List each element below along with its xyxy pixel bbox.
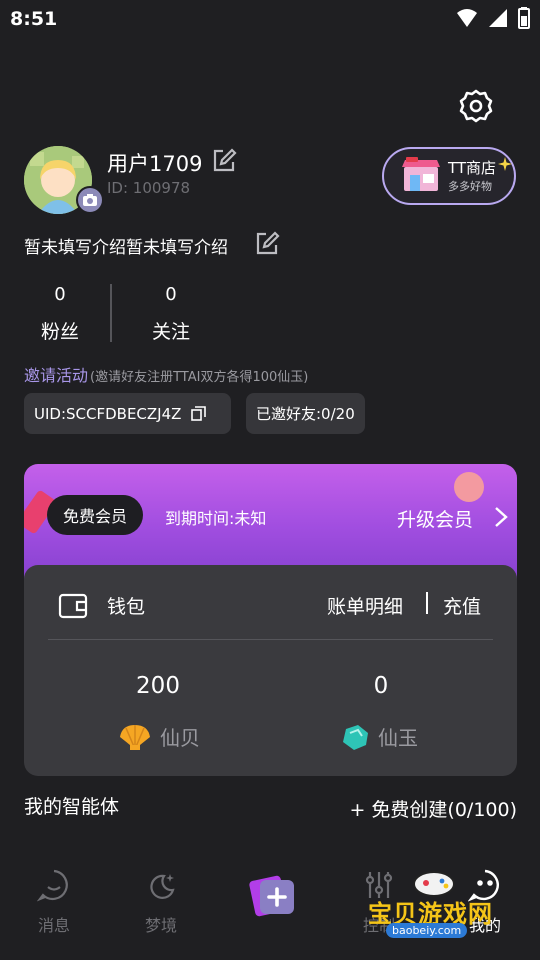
wallet-divider	[48, 639, 493, 640]
xianbei-label: 仙贝	[160, 726, 200, 750]
vip-badge: 免费会员	[47, 495, 144, 535]
wallet-separator	[426, 592, 428, 614]
followers-label: 粉丝	[40, 321, 79, 343]
change-avatar-button[interactable]	[76, 186, 104, 214]
edit-icon	[256, 231, 280, 255]
sparkle-icon	[498, 157, 512, 171]
invite-description: (邀请好友注册TTAI双方各得100仙玉)	[90, 370, 309, 385]
xianyu-label: 仙玉	[378, 726, 418, 750]
username: 用户1709	[107, 152, 203, 176]
edit-intro-button[interactable]	[254, 231, 280, 257]
wallet-icon	[58, 593, 88, 619]
tab-dreams-label: 梦境	[144, 916, 177, 935]
chevron-right-icon	[495, 507, 508, 527]
status-icons	[456, 7, 530, 29]
status-time: 8:51	[10, 8, 58, 30]
tab-dreams[interactable]: 梦境	[121, 868, 201, 936]
uid-text: UID:SCCFDBECZJ4Z	[34, 404, 182, 423]
add-icon	[249, 875, 294, 917]
edit-icon	[213, 148, 237, 172]
stats-divider	[110, 284, 112, 342]
recharge-link[interactable]: 充值	[443, 592, 481, 619]
following-label: 关注	[151, 321, 190, 343]
copy-icon	[191, 406, 207, 421]
jade-icon	[343, 724, 368, 750]
vip-decoration-circle	[454, 472, 484, 502]
xianyu-balance: 0	[373, 673, 389, 699]
following-stat[interactable]: 0 关注	[131, 284, 211, 344]
invite-activity[interactable]: 邀请活动 (邀请好友注册TTAI双方各得100仙玉)	[24, 362, 308, 386]
edit-name-button[interactable]	[211, 148, 237, 174]
wallet-title: 钱包	[107, 596, 146, 618]
wallet-card: 钱包 账单明细 充值 200 仙贝 0 仙玉	[24, 565, 517, 776]
invite-title: 邀请活动	[24, 366, 89, 385]
followers-count: 0	[54, 284, 66, 305]
settings-button[interactable]	[458, 88, 494, 124]
shop-icon	[402, 157, 440, 191]
watermark-url: baobeiy.com	[386, 923, 468, 938]
tt-store-subtitle: 多多好物	[448, 180, 492, 193]
tt-store-button[interactable]: TT商店 多多好物	[382, 147, 516, 205]
camera-icon	[83, 194, 97, 206]
tt-store-title: TT商店	[448, 159, 497, 177]
moon-icon	[150, 874, 175, 899]
following-count: 0	[165, 284, 177, 305]
xianbei-balance: 200	[136, 673, 180, 699]
vip-expire: 到期时间:未知	[165, 509, 267, 528]
invited-friends-chip: 已邀好友:0/20	[246, 393, 365, 434]
watermark: 宝贝游戏网 baobeiy.com	[362, 868, 512, 942]
user-id: ID: 100978	[107, 179, 191, 197]
shell-icon	[120, 724, 150, 750]
tab-messages-label: 消息	[37, 916, 70, 935]
uid-chip[interactable]: UID:SCCFDBECZJ4Z	[24, 393, 231, 434]
gear-icon	[459, 89, 493, 123]
invited-friends-text: 已邀好友:0/20	[256, 405, 355, 423]
status-bar: 8:51	[0, 0, 540, 38]
profile-intro: 暂未填写介绍暂未填写介绍	[24, 238, 228, 258]
battery-icon	[518, 7, 530, 29]
xianbei-currency: 仙贝	[118, 722, 200, 751]
message-icon	[36, 869, 68, 902]
xianyu-currency: 仙玉	[340, 722, 418, 751]
tab-messages[interactable]: 消息	[14, 868, 94, 936]
my-agents-title: 我的智能体	[24, 796, 120, 818]
signal-icon	[489, 9, 507, 27]
create-agent-button[interactable]: + 免费创建(0/100)	[349, 795, 517, 822]
tab-create-button[interactable]	[248, 870, 298, 920]
bill-details-link[interactable]: 账单明细	[327, 592, 403, 619]
followers-stat[interactable]: 0 粉丝	[20, 284, 100, 344]
wifi-icon	[457, 9, 477, 27]
upgrade-vip-link[interactable]: 升级会员	[397, 505, 473, 532]
